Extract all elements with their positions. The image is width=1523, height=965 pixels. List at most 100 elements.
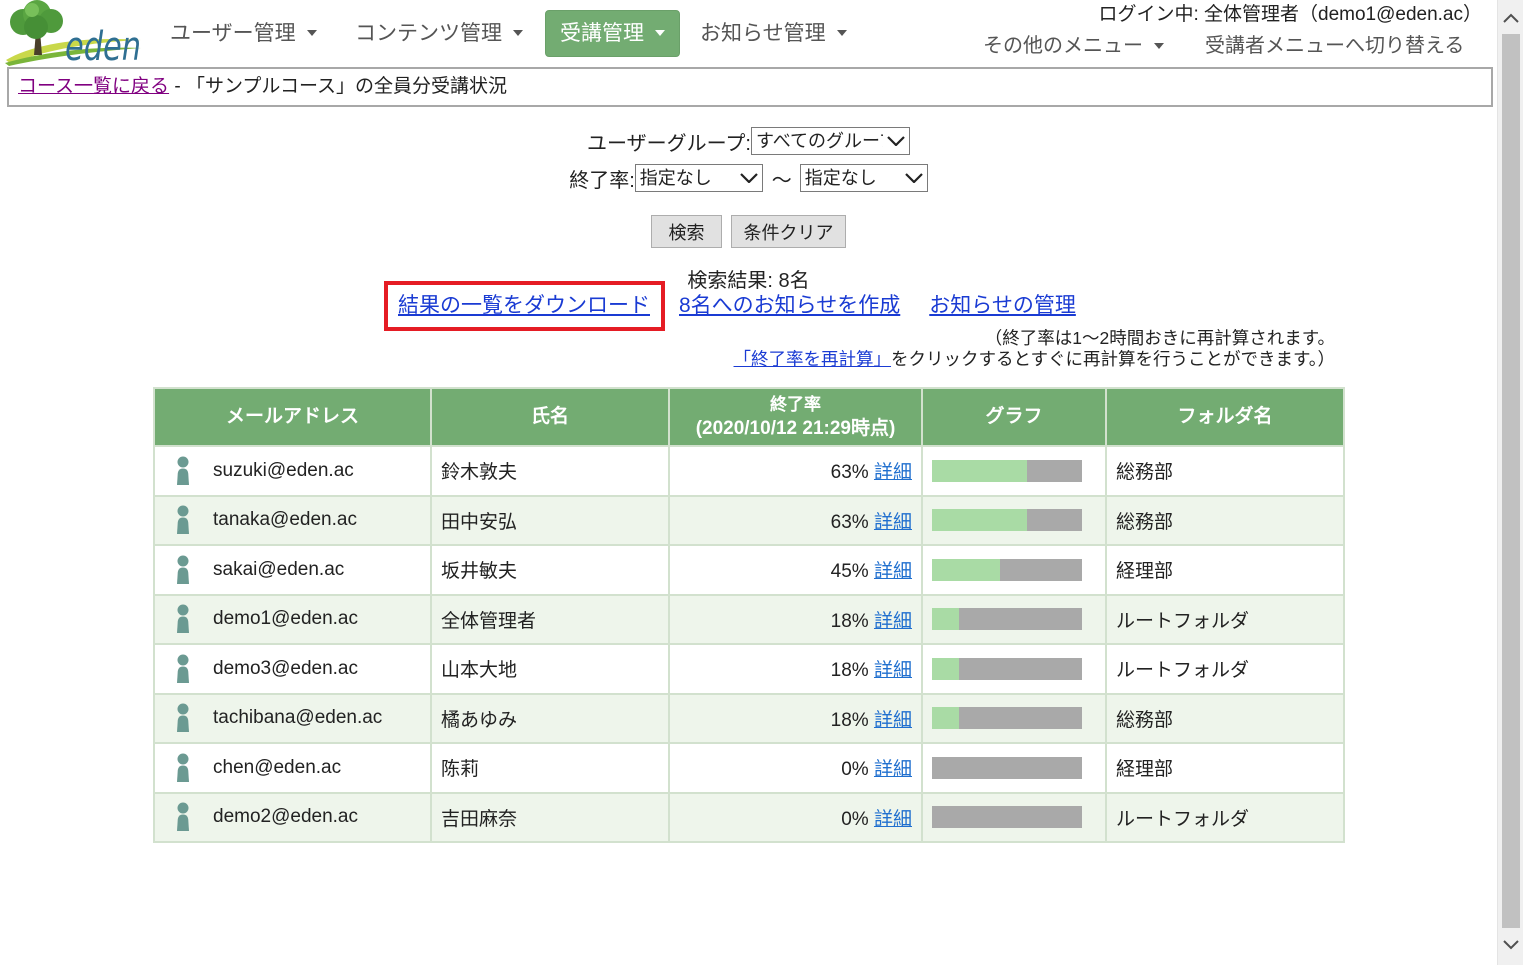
header-completion-rate: 終了率 (2020/10/12 21:29時点)	[668, 387, 923, 447]
progress-bar	[932, 558, 1082, 581]
completion-rate-text: 0%	[841, 808, 869, 830]
breadcrumb: コース一覧に戻る - 「サンプルコース」の全員分受講状況	[7, 67, 1493, 107]
detail-link[interactable]: 詳細	[874, 660, 912, 681]
nav-label: 受講管理	[560, 22, 644, 45]
progress-bar	[932, 459, 1082, 482]
group-filter-row: ユーザーグループ: すべてのグループ	[0, 127, 1497, 155]
nav-enrollment-management[interactable]: 受講管理	[545, 10, 680, 57]
graph-cell	[921, 544, 1107, 596]
login-status: ログイン中: 全体管理者（demo1@eden.ac）	[1098, 4, 1482, 25]
nav-notice-management[interactable]: お知らせ管理	[685, 10, 862, 57]
progress-bar	[932, 756, 1082, 779]
header-graph: グラフ	[921, 387, 1107, 447]
completion-rate-text: 63%	[830, 511, 869, 533]
table-row: tachibana@eden.ac 橘あゆみ 18% 詳細 総務部	[153, 692, 1345, 744]
rate-from-select-control[interactable]: 指定なし	[635, 165, 762, 191]
name-cell: 田中安弘	[430, 494, 670, 546]
manage-notices-link[interactable]: お知らせの管理	[929, 293, 1076, 319]
name-cell: 陈莉	[430, 742, 670, 794]
back-to-course-list-link[interactable]: コース一覧に戻る	[18, 76, 169, 97]
detail-link[interactable]: 詳細	[874, 512, 912, 533]
graph-cell	[921, 791, 1107, 843]
detail-link[interactable]: 詳細	[874, 561, 912, 582]
name-text: 田中安弘	[441, 511, 518, 533]
recalculate-link[interactable]: 「終了率を再計算」	[734, 349, 892, 369]
person-icon	[177, 753, 189, 782]
eden-logo[interactable]: eden	[3, 0, 143, 70]
detail-link[interactable]: 詳細	[874, 710, 912, 731]
switch-to-learner-menu-link[interactable]: 受講者メニューへ切り替える	[1205, 33, 1464, 59]
clear-conditions-button[interactable]: 条件クリア	[731, 215, 846, 248]
completion-rate-text: 63%	[830, 462, 869, 484]
user-group-label: ユーザーグループ:	[587, 132, 751, 155]
graph-cell	[921, 742, 1107, 794]
vertical-scrollbar[interactable]	[1497, 0, 1523, 965]
email-cell: chen@eden.ac	[153, 742, 432, 794]
user-group-select[interactable]: すべてのグループ	[750, 127, 910, 155]
progress-bar	[932, 806, 1082, 829]
caret-down-icon	[513, 30, 523, 37]
chevron-down-icon[interactable]	[1503, 940, 1519, 950]
completion-rate-cell: 63% 詳細	[668, 445, 923, 497]
folder-text: 経理部	[1116, 759, 1174, 781]
rate-to-select-control[interactable]: 指定なし	[800, 165, 927, 191]
header-rate-label: 終了率	[770, 395, 821, 414]
name-text: 鈴木敦夫	[441, 462, 518, 484]
name-cell: 鈴木敦夫	[430, 445, 670, 497]
name-text: 全体管理者	[441, 610, 537, 632]
folder-text: 経理部	[1116, 561, 1174, 583]
email-cell: suzuki@eden.ac	[153, 445, 432, 497]
completion-rate-text: 0%	[841, 759, 869, 781]
table-row: tanaka@eden.ac 田中安弘 63% 詳細 総務部	[153, 494, 1345, 546]
email-text: demo1@eden.ac	[213, 608, 358, 630]
create-notice-link[interactable]: 8名へのお知らせを作成	[679, 293, 900, 319]
nav-label: コンテンツ管理	[355, 22, 502, 45]
email-text: suzuki@eden.ac	[213, 459, 354, 481]
rate-to-select[interactable]: 指定なし	[799, 164, 928, 192]
email-text: tanaka@eden.ac	[213, 509, 357, 531]
scrollbar-thumb[interactable]	[1502, 34, 1520, 928]
progress-bar	[932, 657, 1082, 680]
name-text: 山本大地	[441, 660, 518, 682]
nav-content-management[interactable]: コンテンツ管理	[340, 10, 538, 57]
folder-cell: ルートフォルダ	[1105, 643, 1345, 695]
other-menu-label: その他のメニュー	[983, 35, 1143, 57]
caret-down-icon	[655, 30, 665, 37]
email-text: demo3@eden.ac	[213, 657, 358, 679]
rate-filter-row: 終了率: 指定なし 〜 指定なし	[0, 164, 1497, 192]
header-name: 氏名	[430, 387, 670, 447]
email-text: chen@eden.ac	[213, 756, 342, 778]
nav-user-management[interactable]: ユーザー管理	[155, 10, 332, 57]
completion-rate-text: 18%	[830, 610, 869, 632]
folder-text: 総務部	[1116, 709, 1174, 731]
folder-cell: 経理部	[1105, 544, 1345, 596]
person-icon	[177, 654, 189, 683]
completion-rate-cell: 0% 詳細	[668, 742, 923, 794]
name-cell: 山本大地	[430, 643, 670, 695]
detail-link[interactable]: 詳細	[874, 462, 912, 483]
table-row: chen@eden.ac 陈莉 0% 詳細 経理部	[153, 742, 1345, 794]
filter-buttons: 検索 条件クリア	[0, 215, 1497, 248]
progress-bar	[932, 707, 1082, 730]
completion-rate-cell: 63% 詳細	[668, 494, 923, 546]
folder-text: ルートフォルダ	[1116, 610, 1250, 632]
search-button[interactable]: 検索	[651, 215, 722, 248]
folder-text: ルートフォルダ	[1116, 660, 1250, 682]
nav-label: お知らせ管理	[700, 22, 826, 45]
email-cell: demo1@eden.ac	[153, 593, 432, 645]
rate-from-select[interactable]: 指定なし	[634, 164, 763, 192]
person-icon	[177, 456, 189, 485]
folder-cell: 総務部	[1105, 692, 1345, 744]
other-menu-dropdown[interactable]: その他のメニュー	[983, 33, 1164, 59]
download-results-link[interactable]: 結果の一覧をダウンロード	[398, 293, 650, 319]
table-body: suzuki@eden.ac 鈴木敦夫 63% 詳細 総務部 tanaka@eden.a…	[153, 445, 1345, 843]
name-cell: 橘あゆみ	[430, 692, 670, 744]
detail-link[interactable]: 詳細	[874, 759, 912, 780]
chevron-up-icon[interactable]	[1503, 13, 1519, 23]
detail-link[interactable]: 詳細	[874, 611, 912, 632]
completion-rate-label: 終了率:	[569, 169, 635, 192]
user-group-select-control[interactable]: すべてのグループ	[751, 128, 909, 154]
logo-tree-canopy	[24, 15, 48, 39]
detail-link[interactable]: 詳細	[874, 809, 912, 830]
logo-graphic: eden	[5, 0, 141, 70]
